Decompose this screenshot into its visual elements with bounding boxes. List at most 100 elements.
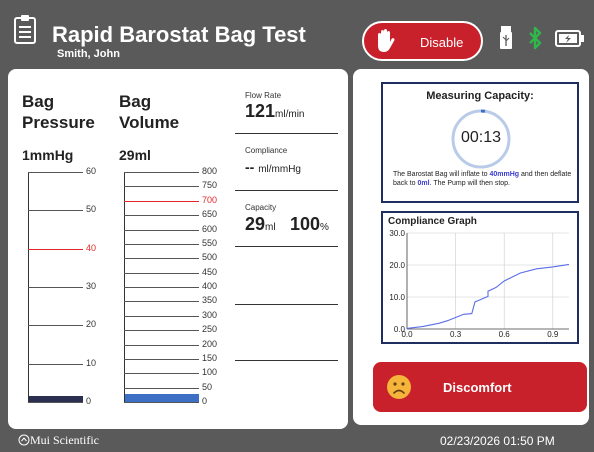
capacity-percent-unit: % (320, 222, 329, 233)
target-pressure: 40mmHg (489, 171, 520, 178)
y-tick-label: 30.0 (389, 229, 405, 238)
gauge-tick (124, 301, 199, 303)
gauge-tick (124, 258, 199, 260)
gauge-fill (125, 394, 199, 402)
divider (235, 133, 338, 134)
gauge-tick (124, 243, 199, 245)
gauge-tick-label: 50 (202, 381, 213, 392)
volume-readout: 29ml (119, 147, 151, 163)
battery-charging-icon (555, 30, 584, 47)
gauge-tick-label: 100 (202, 367, 218, 378)
divider (235, 304, 338, 305)
gauge-tick-label: 700 (202, 194, 218, 205)
gauge-tick-label: 40 (86, 242, 97, 253)
flow-rate-label: Flow Rate (245, 91, 282, 100)
gauge-tick-label: 60 (86, 166, 97, 176)
datetime: 02/23/2026 01:50 PM (440, 434, 555, 448)
header: Rapid Barostat Bag Test Smith, John Disa… (0, 0, 594, 66)
gauge-tick (28, 402, 83, 403)
disable-button[interactable]: Disable (362, 21, 483, 61)
gauge-tick (28, 325, 83, 327)
gauge-tick (28, 363, 83, 365)
gauge-fill (29, 396, 83, 402)
capacity-value: 29 (245, 214, 266, 234)
compliance-unit: ml/mmHg (258, 164, 301, 175)
gauge-tick-label: 350 (202, 295, 218, 306)
volume-gauge: 800 750 700 650 600 550 500 450 400 350 300 250 200 1… (124, 166, 249, 416)
gauge-tick (124, 373, 199, 375)
gauge-tick (124, 186, 199, 188)
countdown-timer: 00:13 (460, 129, 502, 146)
usb-icon (500, 26, 512, 49)
target-volume: 0ml (417, 180, 430, 187)
volume-heading: Bag Volume (119, 92, 180, 132)
flow-rate-value: 121 (245, 101, 276, 121)
pressure-readout: 1mmHg (22, 147, 73, 163)
divider (235, 190, 338, 191)
gauge-tick (28, 248, 83, 250)
capacity-percent-readout: 100% (290, 214, 329, 235)
gauge-tick (124, 402, 199, 403)
capacity-description: The Barostat Bag will inflate to 40mmHg … (393, 170, 577, 188)
capacity-label: Capacity (245, 203, 277, 212)
gauge-tick-label: 750 (202, 180, 218, 191)
divider (235, 246, 338, 247)
gauge-tick (124, 229, 199, 231)
gauge-tick-label: 450 (202, 266, 218, 277)
company-logo: Mui Scientific (18, 433, 99, 448)
gauge-tick (124, 272, 199, 274)
flow-rate-unit: ml/min (275, 109, 305, 120)
gauge-tick (124, 200, 199, 202)
compliance-value: -- (245, 159, 255, 175)
compliance-graph-card: Compliance Graph 30.0 20.0 10.0 0.0 0.0 0.3 0.… (381, 211, 579, 344)
gauge-tick (124, 172, 199, 173)
compliance-label: Compliance (245, 146, 288, 155)
sad-face-icon (387, 375, 411, 399)
gauge-tick-label: 50 (86, 204, 97, 215)
gauge-tick-label: 250 (202, 324, 218, 335)
desc-text: The Barostat Bag will inflate to (393, 171, 490, 178)
hand-icon (368, 24, 402, 58)
x-tick-label: 0.6 (499, 330, 511, 339)
gauge-tick-label: 200 (202, 338, 218, 349)
gauge-tick-label: 300 (202, 309, 218, 320)
gauge-tick (28, 287, 83, 288)
discomfort-button[interactable]: Discomfort (373, 362, 587, 412)
gauge-tick-label: 650 (202, 209, 218, 220)
flow-rate-readout: 121ml/min (245, 101, 305, 122)
x-tick-label: 0.9 (547, 330, 559, 339)
compliance-readout: -- ml/mmHg (245, 159, 301, 175)
gauge-tick-label: 600 (202, 223, 218, 234)
gauge-tick (28, 210, 83, 212)
disable-label: Disable (420, 35, 464, 50)
capacity-title: Measuring Capacity: (426, 90, 534, 102)
capacity-unit: ml (265, 222, 276, 233)
divider (235, 360, 338, 361)
gauge-tick-label: 0 (202, 396, 208, 406)
volume-value: 29 (119, 147, 135, 163)
bluetooth-icon (529, 26, 542, 50)
logo-text: Mui Scientific (30, 433, 99, 447)
gauge-tick-label: 20 (86, 319, 97, 330)
gauge-tick-label: 10 (86, 357, 97, 368)
compliance-series-line (406, 263, 570, 329)
gauge-tick-label: 400 (202, 281, 218, 291)
capacity-measurement-card: Measuring Capacity: 00:13 The Barostat B… (381, 82, 579, 203)
patient-name: Smith, John (57, 48, 120, 60)
gauge-tick (124, 358, 199, 360)
gauge-tick-label: 0 (86, 396, 92, 406)
discomfort-label: Discomfort (443, 380, 512, 395)
pressure-heading: Bag Pressure (22, 92, 95, 132)
gauge-tick-label: 150 (202, 352, 218, 363)
pressure-gauge: 60 50 40 30 20 10 0 (28, 166, 133, 416)
gauge-tick (28, 172, 83, 173)
gauge-tick-label: 500 (202, 252, 218, 263)
gauge-tick-label: 30 (86, 281, 97, 291)
volume-unit: ml (134, 147, 151, 163)
gauge-tick (124, 215, 199, 217)
logo-mark-icon (18, 434, 30, 446)
x-tick-label: 0.0 (401, 330, 413, 339)
pressure-unit: mmHg (29, 147, 74, 163)
pressure-value: 1 (22, 147, 30, 163)
x-tick-label: 0.3 (450, 330, 462, 339)
